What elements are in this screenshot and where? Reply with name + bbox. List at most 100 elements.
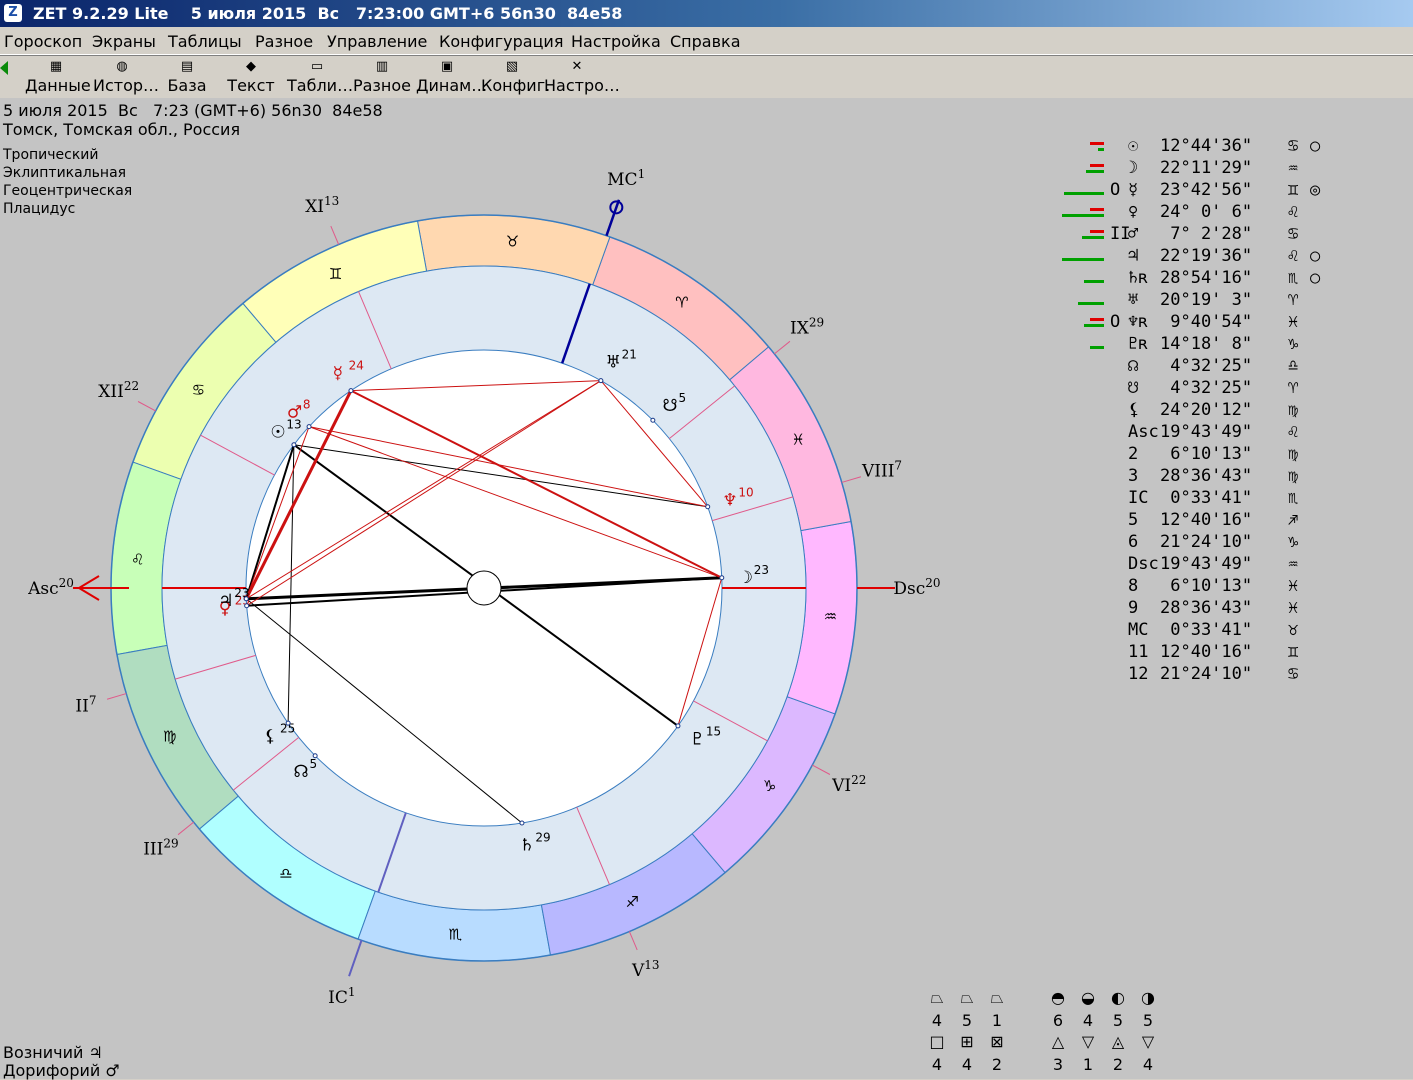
planet-table-row[interactable]: Asc 19°43'49" ♌: [1060, 422, 1410, 444]
horoscope-wheel[interactable]: ♈ ♉ ♊ ♋ ♌ ♍ ♎ ♏ ♐ ♑ ♒ ♓ Asc20 II7 III29 IC1 V13 VI22 Dsc20…: [0, 98, 1050, 1079]
menu-misc[interactable]: Разное: [255, 32, 313, 51]
planet-position-dot: [650, 417, 656, 423]
zodiac-sign-glyph: ♈: [675, 293, 688, 311]
planet-symbol: 6: [1128, 532, 1139, 552]
menu-settings[interactable]: Настройка: [571, 32, 661, 51]
planet-table-row[interactable]: ⚸ 24°20'12" ♍: [1060, 400, 1410, 422]
planet-position-dot: [598, 378, 604, 384]
toolbar-tables-button[interactable]: ▭ Табли…: [287, 56, 353, 98]
planet-symbol: 9: [1128, 598, 1139, 618]
toolbar-history-button[interactable]: ◍ Истор…: [93, 56, 159, 98]
planet-table-row[interactable]: 9 28°36'43" ♓: [1060, 598, 1410, 620]
planet-longitude: 28°36'43": [1160, 466, 1253, 486]
planet-sign-glyph: ♌: [1288, 422, 1299, 442]
planet-table-row[interactable]: ☊ 4°32'25" ♎: [1060, 356, 1410, 378]
planet-longitude: 28°54'16": [1160, 268, 1253, 288]
strength-bar-green: [1090, 346, 1104, 349]
planet-table-row[interactable]: ♅ 20°19' 3" ♈: [1060, 290, 1410, 312]
planet-table-row[interactable]: ♃ 22°19'36" ♌ ○: [1060, 246, 1410, 268]
menu-control[interactable]: Управление: [327, 32, 427, 51]
back-arrow-icon[interactable]: [0, 61, 8, 75]
planet-symbol: ⚸: [1128, 400, 1141, 420]
planet-table-row[interactable]: IC 0°33'41" ♏: [1060, 488, 1410, 510]
center-disc: [466, 570, 502, 606]
planet-degree-label: 24: [349, 358, 364, 372]
house-label: MC1: [607, 167, 645, 190]
house-label: IX29: [790, 316, 824, 339]
planet-table-row[interactable]: ☋ 4°32'25" ♈: [1060, 378, 1410, 400]
planet-symbol: ♆ʀ: [1128, 312, 1149, 332]
planet-status-icon: ◎: [1310, 180, 1321, 200]
planet-table-row[interactable]: ♀ 24° 0' 6" ♌: [1060, 202, 1410, 224]
menu-help[interactable]: Справка: [670, 32, 741, 51]
strength-bar-green: [1062, 258, 1104, 261]
planet-symbol: 5: [1128, 510, 1139, 530]
toolbar-base-button[interactable]: ▤ База: [160, 56, 214, 98]
zodiac-sign-glyph: ♏: [449, 925, 463, 943]
planet-table-row[interactable]: MC 0°33'41" ♉: [1060, 620, 1410, 642]
planet-table-row[interactable]: ☉ 12°44'36" ♋ ○: [1060, 136, 1410, 158]
planet-table-row[interactable]: II ♂ 7° 2'28" ♋: [1060, 224, 1410, 246]
app-icon[interactable]: Z: [4, 4, 22, 22]
toolbar-text-button[interactable]: ◆ Текст: [222, 56, 280, 98]
planet-sign-glyph: ♒: [1288, 554, 1299, 574]
planet-table-row[interactable]: 3 28°36'43" ♍: [1060, 466, 1410, 488]
planet-symbol: ♀: [1128, 202, 1139, 222]
planet-longitude: 19°43'49": [1160, 422, 1253, 442]
planet-table-row[interactable]: 11 12°40'16" ♊: [1060, 642, 1410, 664]
planet-sign-glyph: ♊: [1288, 642, 1299, 662]
planet-sign-glyph: ♋: [1288, 136, 1299, 156]
planet-sign-glyph: ♑: [1288, 334, 1299, 354]
menu-configuration[interactable]: Конфигурация: [439, 32, 563, 51]
chart-canvas: 5 июля 2015 Вс 7:23 (GMT+6) 56n30 84e58 …: [0, 98, 1413, 1080]
table-icon: ▦: [49, 59, 63, 74]
zodiac-sign-glyph: ♉: [506, 233, 519, 251]
title-bar[interactable]: Z ZET 9.2.29 Lite 5 июля 2015 Вс 7:23:00…: [0, 0, 1413, 27]
quadrant-symbol: ◑: [1141, 988, 1155, 1007]
menu-screens[interactable]: Экраны: [92, 32, 156, 51]
planet-table-row[interactable]: ♄ʀ 28°54'16" ♏ ○: [1060, 268, 1410, 290]
book-icon: ◆: [246, 59, 256, 74]
planet-table-row[interactable]: ♇ʀ 14°18' 8" ♑: [1060, 334, 1410, 356]
planet-table-row[interactable]: O ♆ʀ 9°40'54" ♓: [1060, 312, 1410, 334]
zodiac-sign-glyph: ♍: [163, 727, 176, 745]
planet-symbol: Dsc: [1128, 554, 1159, 574]
toolbar-settings-button[interactable]: ✕ Настро…: [544, 56, 620, 98]
planet-table-row[interactable]: 8 6°10'13" ♓: [1060, 576, 1410, 598]
planet-sign-glyph: ♌: [1288, 246, 1299, 266]
menu-horoscope[interactable]: Гороскоп: [4, 32, 82, 51]
house-cusp-tick: [137, 401, 156, 412]
toolbar-misc-button[interactable]: ▥ Разное: [352, 56, 412, 98]
zodiac-sign-glyph: ♎: [279, 865, 292, 883]
planet-sign-glyph: ♏: [1288, 488, 1299, 508]
planet-symbol: 2: [1128, 444, 1139, 464]
element-symbol: ⏢: [930, 988, 944, 1007]
toolbar-config-button[interactable]: ▧ Конфиг.: [481, 56, 550, 98]
planet-table-row[interactable]: ☽ 22°11'29" ♒: [1060, 158, 1410, 180]
database-icon: ▤: [180, 59, 194, 74]
planet-symbol: 12: [1128, 664, 1149, 684]
planet-symbol: Asc: [1128, 422, 1159, 442]
toolbar-dynamics-button[interactable]: ▣ Динам…: [416, 56, 487, 98]
planet-table-row[interactable]: 2 6°10'13" ♍: [1060, 444, 1410, 466]
sheet-icon: ▭: [310, 59, 324, 74]
planet-sign-glyph: ♒: [1288, 158, 1299, 178]
globe-icon: ◍: [116, 59, 128, 74]
element-symbol: ⊞: [960, 1032, 974, 1051]
menu-tables[interactable]: Таблицы: [168, 32, 242, 51]
house-cusp-tick: [774, 340, 791, 355]
planet-longitude: 4°32'25": [1160, 356, 1253, 376]
planet-table-row[interactable]: 6 21°24'10" ♑: [1060, 532, 1410, 554]
planet-glyph: ♄: [519, 836, 534, 856]
planet-table-row[interactable]: 5 12°40'16" ♐: [1060, 510, 1410, 532]
toolbar-data-button[interactable]: ▦ Данные: [25, 56, 91, 98]
element-count: 4: [931, 1055, 943, 1074]
planet-longitude: 24° 0' 6": [1160, 202, 1253, 222]
planet-symbol: MC: [1128, 620, 1149, 640]
planet-table-row[interactable]: O ☿ 23°42'56" ♊ ◎: [1060, 180, 1410, 202]
planet-degree-label: 10: [738, 485, 753, 499]
planet-table-row[interactable]: Dsc 19°43'49" ♒: [1060, 554, 1410, 576]
planet-longitude: 24°20'12": [1160, 400, 1253, 420]
planet-sign-glyph: ♊: [1288, 180, 1299, 200]
planet-table-row[interactable]: 12 21°24'10" ♋: [1060, 664, 1410, 686]
